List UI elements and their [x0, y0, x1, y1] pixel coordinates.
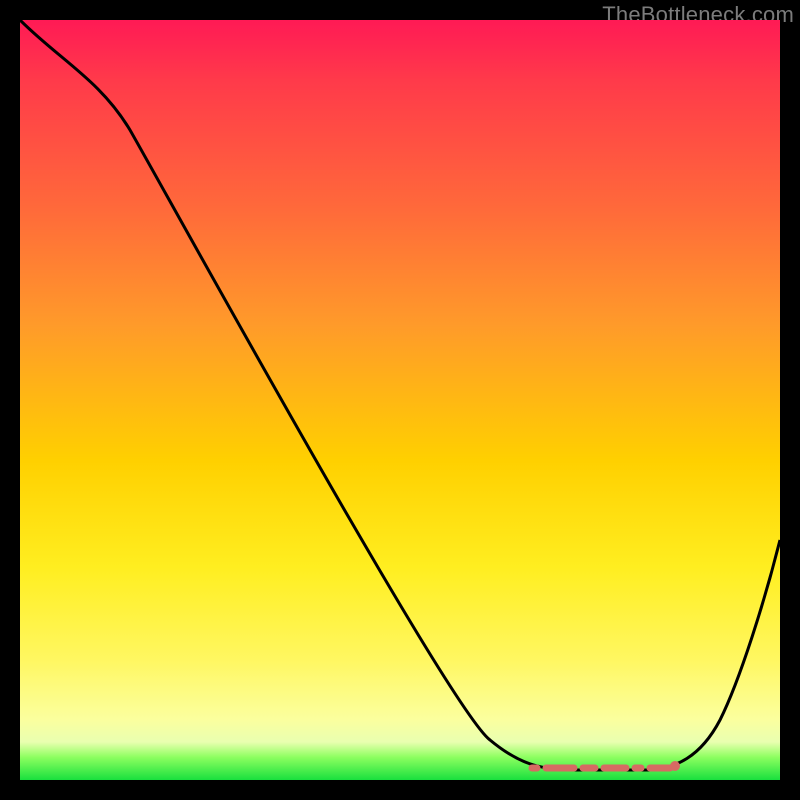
chart-frame: [20, 20, 780, 780]
chart-gradient-background: [20, 20, 780, 780]
